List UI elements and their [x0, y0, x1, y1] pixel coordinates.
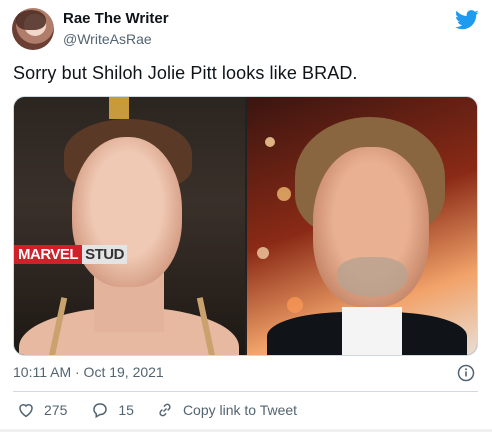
- heart-icon: [19, 404, 33, 418]
- like-count: 275: [44, 402, 68, 418]
- author-name[interactable]: Rae The Writer: [63, 10, 169, 27]
- copy-link-button[interactable]: Copy link to Tweet: [156, 401, 297, 419]
- action-bar: 275 15 Copy link to Tweet: [13, 399, 297, 421]
- shirt: [342, 307, 402, 355]
- info-icon[interactable]: [457, 364, 475, 382]
- reply-button[interactable]: 15: [91, 401, 134, 419]
- studios-logo-text: STUD: [82, 244, 127, 264]
- photo-left[interactable]: MARVEL STUD: [14, 97, 245, 355]
- marvel-logo-text: MARVEL: [14, 244, 83, 264]
- tweet-text: Sorry but Shiloh Jolie Pitt looks like B…: [13, 63, 358, 83]
- bokeh-light: [257, 247, 269, 259]
- divider: [13, 391, 478, 392]
- tweet-card: Rae The Writer @WriteAsRae Sorry but Shi…: [0, 0, 492, 432]
- link-icon: [159, 403, 171, 417]
- avatar[interactable]: [12, 8, 54, 50]
- reply-icon: [93, 403, 108, 419]
- author-handle[interactable]: @WriteAsRae: [63, 31, 152, 47]
- backdrop-gold-bar: [109, 97, 129, 119]
- bokeh-light: [287, 297, 303, 313]
- avatar-hair: [16, 10, 46, 30]
- bokeh-light: [277, 187, 291, 201]
- copy-link-label: Copy link to Tweet: [182, 402, 298, 418]
- marvel-backdrop-logo: MARVEL STUD: [14, 243, 127, 265]
- bokeh-light: [265, 137, 275, 147]
- photo-right[interactable]: [247, 97, 477, 355]
- beard: [337, 257, 407, 297]
- like-button[interactable]: 275: [17, 401, 67, 419]
- tweet-timestamp[interactable]: 10:11 AM · Oct 19, 2021: [13, 364, 164, 380]
- reply-count: 15: [118, 402, 134, 418]
- tweet-media[interactable]: MARVEL STUD: [13, 96, 478, 356]
- twitter-bird-icon[interactable]: [455, 10, 479, 30]
